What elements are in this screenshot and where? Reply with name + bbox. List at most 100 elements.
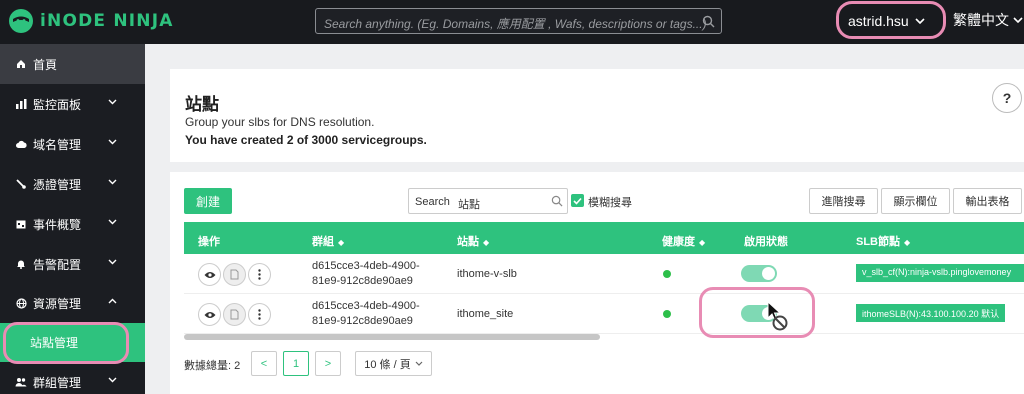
chevron-up-icon <box>108 298 117 304</box>
search-icon <box>702 15 715 28</box>
table-row: d615cce3-4deb-4900- 81e9-912c8de90ae9 it… <box>184 294 1024 334</box>
highlight-toggle-annotation <box>699 287 815 338</box>
copy-button[interactable] <box>223 263 246 286</box>
fuzzy-search-checkbox[interactable] <box>571 194 584 207</box>
language-selector[interactable]: 繁體中文 <box>953 10 1023 30</box>
logo-text: iNODE NINJA <box>40 11 174 31</box>
enable-toggle[interactable] <box>741 265 777 282</box>
sidebar-item-domains[interactable]: 域名管理 <box>0 124 145 164</box>
fuzzy-search-label[interactable]: 模糊搜尋 <box>588 194 632 210</box>
prev-page-button[interactable]: < <box>251 351 277 376</box>
chevron-down-icon <box>108 219 117 225</box>
advanced-search-button[interactable]: 進階搜尋 <box>809 188 878 214</box>
sort-icon: ◆ <box>699 238 706 247</box>
table-search-input[interactable]: Search 站點 <box>408 188 568 214</box>
chevron-down-icon <box>108 139 117 145</box>
logo[interactable]: iNODE NINJA <box>8 8 174 34</box>
sidebar-item-label: 憑證管理 <box>33 177 82 192</box>
usage-count: You have created 2 of 3000 servicegroups… <box>185 133 427 147</box>
chevron-down-icon <box>108 259 117 265</box>
chevron-down-icon <box>415 361 423 366</box>
column-header-status: 啟用狀態 <box>744 236 788 248</box>
more-button[interactable] <box>248 303 271 326</box>
slb-node-tag: ithomeSLB(N):43.100.100.20 默认 <box>856 304 1006 322</box>
chevron-down-icon <box>108 377 117 383</box>
sidebar-item-groups[interactable]: 群組管理 <box>0 362 145 394</box>
language-label: 繁體中文 <box>953 12 1009 28</box>
sidebar-item-resources[interactable]: 資源管理 <box>0 283 145 323</box>
page-title: 站點 <box>185 95 219 114</box>
home-icon <box>15 58 27 70</box>
bell-icon <box>15 258 27 270</box>
eye-icon <box>204 311 215 318</box>
sidebar-item-label: 資源管理 <box>33 296 82 311</box>
page-header-card: 站點 Group your slbs for DNS resolution. Y… <box>170 69 1024 162</box>
file-icon <box>230 269 239 280</box>
health-indicator <box>663 310 671 318</box>
sort-icon: ◆ <box>483 238 490 247</box>
more-vertical-icon <box>258 269 261 280</box>
column-header-group[interactable]: 群組 ◆ <box>312 233 344 249</box>
help-button[interactable]: ? <box>992 83 1022 113</box>
table-row: d615cce3-4deb-4900- 81e9-912c8de90ae9 it… <box>184 254 1024 294</box>
more-button[interactable] <box>248 263 271 286</box>
not-allowed-cursor-icon <box>767 300 788 331</box>
column-header-health[interactable]: 健康度 ◆ <box>662 233 705 249</box>
view-button[interactable] <box>198 303 221 326</box>
top-bar: iNODE NINJA Search anything. (Eg. Domain… <box>0 0 1024 44</box>
globe-icon <box>15 297 27 309</box>
sidebar-item-alerts[interactable]: 告警配置 <box>0 244 145 284</box>
chevron-down-icon <box>1013 17 1023 23</box>
create-button[interactable]: 創建 <box>184 188 232 214</box>
chevron-down-icon <box>108 99 117 105</box>
cloud-icon <box>15 138 27 150</box>
sidebar-item-label: 群組管理 <box>33 375 82 390</box>
eye-icon <box>204 271 215 278</box>
total-count: 數據總量: 2 <box>184 360 241 372</box>
sidebar-item-label: 監控面板 <box>33 97 82 112</box>
page-1-button[interactable]: 1 <box>283 351 309 376</box>
column-header-actions: 操作 <box>198 236 220 248</box>
check-icon <box>573 197 582 205</box>
group-id: d615cce3-4deb-4900- 81e9-912c8de90ae9 <box>312 300 420 327</box>
users-icon <box>15 376 27 388</box>
show-columns-button[interactable]: 顯示欄位 <box>881 188 950 214</box>
more-vertical-icon <box>258 309 261 320</box>
calendar-icon <box>15 218 27 230</box>
sidebar-item-certificates[interactable]: 憑證管理 <box>0 164 145 204</box>
health-indicator <box>663 270 671 278</box>
sort-icon: ◆ <box>904 238 911 247</box>
export-table-button[interactable]: 輸出表格 <box>953 188 1022 214</box>
page-description: Group your slbs for DNS resolution. <box>185 115 375 129</box>
row-actions <box>198 263 273 286</box>
site-name: ithome-v-slb <box>457 268 517 280</box>
group-id: d615cce3-4deb-4900- 81e9-912c8de90ae9 <box>312 260 420 287</box>
column-header-slb[interactable]: SLB節點 ◆ <box>856 233 910 249</box>
row-actions <box>198 303 273 326</box>
column-header-site[interactable]: 站點 ◆ <box>457 233 489 249</box>
sidebar-item-dashboard[interactable]: 監控面板 <box>0 84 145 124</box>
sidebar-item-label: 告警配置 <box>33 257 82 272</box>
highlight-sidebar-annotation <box>3 322 129 364</box>
search-icon <box>551 195 563 207</box>
view-button[interactable] <box>198 263 221 286</box>
site-name: ithome_site <box>457 308 514 320</box>
sidebar-item-home[interactable]: 首頁 <box>0 44 145 84</box>
table-header: 操作 群組 ◆ 站點 ◆ 健康度 ◆ 啟用狀態 SLB節點 ◆ <box>184 222 1024 254</box>
sidebar-item-events[interactable]: 事件概覽 <box>0 204 145 244</box>
copy-button[interactable] <box>223 303 246 326</box>
search-label: Search <box>415 196 450 208</box>
global-search-input[interactable]: Search anything. (Eg. Domains, 應用配置 , Wa… <box>315 8 722 34</box>
sidebar-item-label: 域名管理 <box>33 137 82 152</box>
file-icon <box>230 309 239 320</box>
horizontal-scrollbar[interactable] <box>184 334 600 340</box>
page-size-select[interactable]: 10 條 / 頁 <box>355 351 432 376</box>
bar-chart-icon <box>15 98 27 110</box>
slb-node-tag: v_slb_cf(N):ninja-vslb.pinglovemoney <box>856 264 1024 282</box>
brush-icon <box>15 178 27 190</box>
search-value: 站點 <box>458 199 480 211</box>
page-size-label: 10 條 / 頁 <box>364 358 411 371</box>
chevron-down-icon <box>108 179 117 185</box>
sidebar-item-label: 首頁 <box>33 57 58 72</box>
next-page-button[interactable]: > <box>315 351 341 376</box>
